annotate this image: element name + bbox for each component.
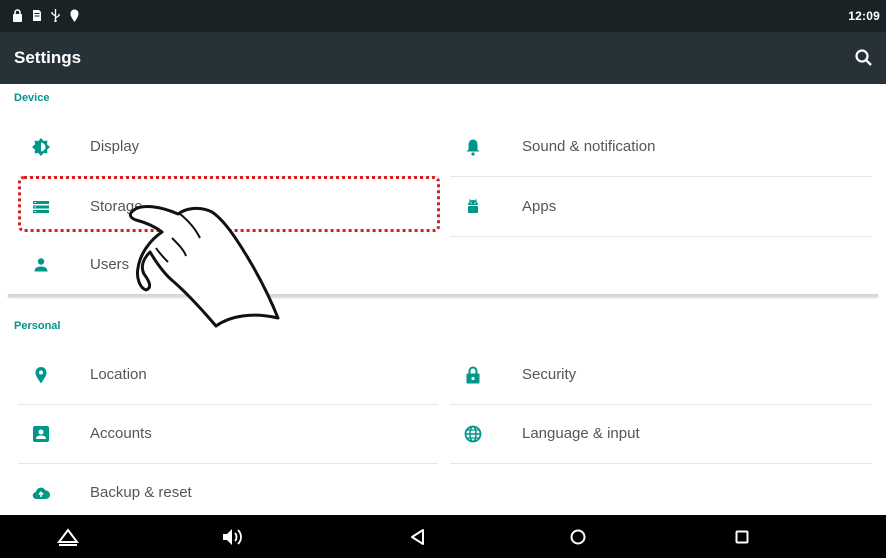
navigation-bar xyxy=(0,515,886,558)
settings-item-label: Language & input xyxy=(522,425,640,442)
location-pin-icon xyxy=(32,366,50,384)
app-bar: Settings xyxy=(0,32,886,84)
person-icon xyxy=(32,256,50,274)
search-button[interactable] xyxy=(852,46,876,70)
sd-card-icon xyxy=(31,9,42,22)
cloud-upload-icon xyxy=(32,484,51,502)
settings-item-label: Location xyxy=(90,366,147,383)
bell-icon xyxy=(464,138,482,156)
settings-item-label: Security xyxy=(522,366,577,383)
settings-item-security[interactable]: Security xyxy=(450,346,872,404)
settings-item-label: Accounts xyxy=(90,425,152,442)
account-box-icon xyxy=(32,425,50,443)
section-header-device: Device xyxy=(14,92,50,104)
settings-item-apps[interactable]: Apps xyxy=(450,178,872,236)
divider xyxy=(450,176,872,177)
back-icon xyxy=(411,529,424,545)
lock-icon xyxy=(464,366,482,384)
settings-item-location[interactable]: Location xyxy=(18,346,438,404)
globe-icon xyxy=(464,425,482,443)
recents-icon xyxy=(735,530,749,544)
status-bar: 12:09 xyxy=(0,0,886,32)
home-button[interactable] xyxy=(564,523,592,551)
settings-item-label: Apps xyxy=(522,198,557,215)
settings-item-label: Backup & reset xyxy=(90,484,192,501)
settings-item-label: Sound & notification xyxy=(522,138,656,155)
volume-button[interactable] xyxy=(218,523,246,551)
divider xyxy=(450,236,872,237)
collapse-button[interactable] xyxy=(54,523,82,551)
settings-item-label: Display xyxy=(90,138,140,155)
status-time: 12:09 xyxy=(848,9,880,23)
divider xyxy=(450,463,872,464)
pointing-hand-icon xyxy=(128,205,280,328)
recents-button[interactable] xyxy=(728,523,756,551)
lock-icon xyxy=(12,9,23,22)
collapse-icon xyxy=(57,528,79,546)
settings-item-display[interactable]: Display xyxy=(18,118,438,176)
android-icon xyxy=(464,198,482,216)
home-icon xyxy=(570,529,586,545)
section-header-personal: Personal xyxy=(14,320,61,332)
page-title: Settings xyxy=(14,48,82,67)
usb-icon xyxy=(50,9,61,23)
settings-item-accounts[interactable]: Accounts xyxy=(18,405,438,463)
back-button[interactable] xyxy=(404,523,432,551)
brightness-icon xyxy=(32,138,50,156)
settings-item-sound[interactable]: Sound & notification xyxy=(450,118,872,176)
settings-item-language[interactable]: Language & input xyxy=(450,405,872,463)
status-icons xyxy=(12,9,80,23)
settings-item-backup[interactable]: Backup & reset xyxy=(18,464,438,522)
search-icon xyxy=(855,49,872,66)
volume-icon xyxy=(223,529,242,545)
location-pin-icon xyxy=(69,9,80,22)
